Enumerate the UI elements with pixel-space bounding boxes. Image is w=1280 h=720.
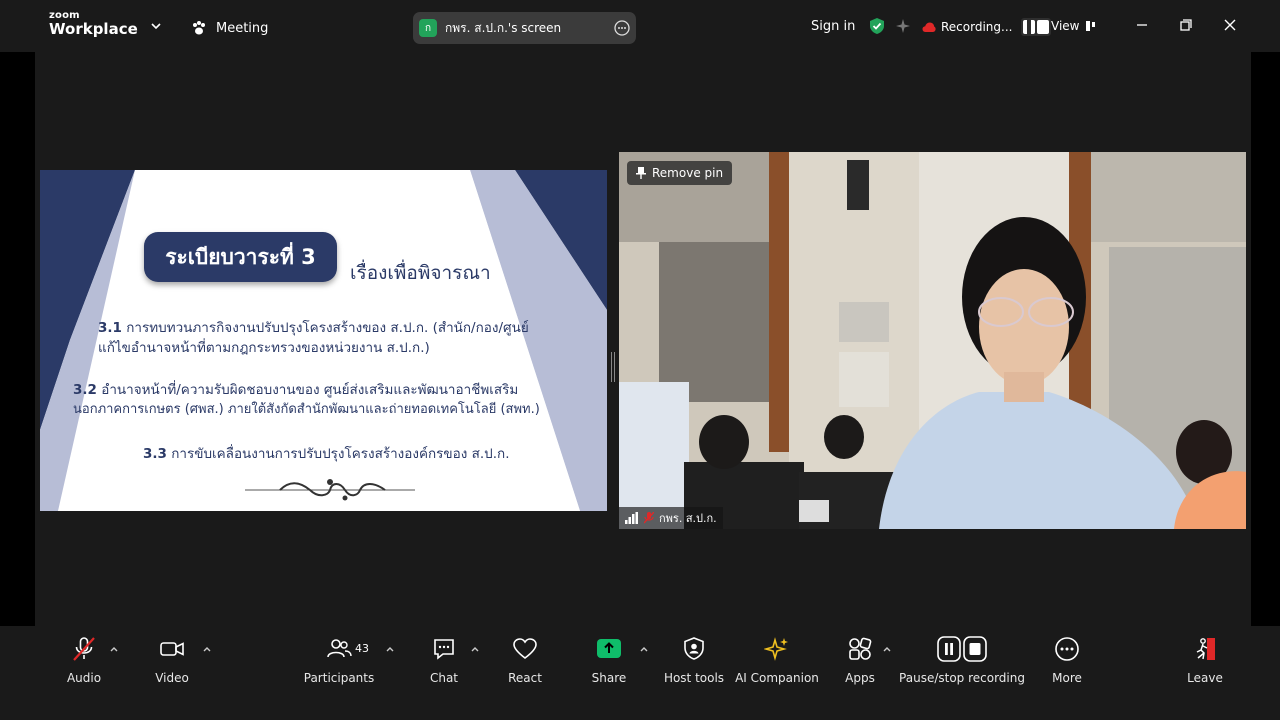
participants-icon bbox=[327, 639, 352, 658]
chat-button[interactable]: Chat bbox=[424, 636, 464, 685]
sign-in-link[interactable]: Sign in bbox=[811, 19, 855, 34]
pause-recording-icon[interactable] bbox=[1023, 20, 1036, 34]
heart-icon bbox=[513, 638, 537, 660]
recording-indicator[interactable]: Recording... bbox=[922, 18, 1052, 36]
pause-stop-recording-button[interactable]: Pause/stop recording bbox=[899, 636, 1025, 685]
chat-bubble-icon bbox=[434, 639, 454, 660]
minimize-icon[interactable] bbox=[1134, 17, 1150, 33]
pause-stop-icon bbox=[937, 636, 987, 662]
ai-companion-button[interactable]: AI Companion bbox=[735, 636, 819, 685]
zoom-logo: zoom Workplace bbox=[49, 11, 138, 37]
chat-label: Chat bbox=[429, 671, 459, 685]
slide-item-2-line2: นอกภาคการเกษตร (ศพส.) ภายใต้สังกัดสำนักพ… bbox=[73, 402, 540, 417]
audio-label: Audio bbox=[66, 671, 102, 685]
sparkle-icon[interactable] bbox=[894, 17, 912, 35]
ai-sparkle-icon bbox=[764, 637, 788, 661]
meeting-toolbar: Audio Video Participants 43 Chat React S… bbox=[0, 626, 1280, 720]
stop-recording-icon[interactable] bbox=[1037, 20, 1050, 34]
host-tools-button[interactable]: Host tools bbox=[664, 636, 724, 685]
slide-item-1-line2: แก้ไขอำนาจหน้าที่ตามกฎกระทรวงของหน่วยงาน… bbox=[98, 340, 430, 356]
leave-button[interactable]: Leave bbox=[1185, 636, 1225, 685]
video-frame bbox=[619, 152, 1246, 529]
participant-name: กพร. ส.ป.ก. bbox=[659, 512, 717, 525]
share-screen-icon bbox=[597, 639, 621, 658]
slide-item-2-line1: 3.2 อำนาจหน้าที่/ความรับผิดชอบงานของ ศูน… bbox=[73, 378, 518, 400]
pin-icon bbox=[636, 167, 646, 179]
leave-label: Leave bbox=[1187, 671, 1223, 685]
slide-subheading: เรื่องเพื่อพิจารณา bbox=[350, 262, 491, 284]
audio-button[interactable]: Audio bbox=[62, 636, 106, 685]
apps-button[interactable]: Apps bbox=[840, 636, 880, 685]
more-icon bbox=[1055, 637, 1079, 661]
share-options-chevron-icon[interactable] bbox=[639, 644, 649, 654]
signal-strength-icon bbox=[625, 512, 638, 524]
share-button[interactable]: Share bbox=[589, 636, 629, 685]
view-layout-icon bbox=[1086, 21, 1096, 31]
panel-resize-handle[interactable] bbox=[611, 352, 615, 382]
participant-video-tile[interactable]: Remove pin กพร. ส.ป.ก. bbox=[619, 152, 1246, 529]
react-label: React bbox=[508, 671, 542, 685]
view-button[interactable]: View bbox=[1051, 19, 1097, 33]
participant-count: 43 bbox=[355, 642, 369, 655]
video-label: Video bbox=[155, 671, 189, 685]
share-label-toolbar: Share bbox=[591, 671, 627, 685]
muted-mic-icon bbox=[644, 512, 654, 524]
view-label: View bbox=[1051, 19, 1080, 33]
chat-options-chevron-icon[interactable] bbox=[470, 644, 480, 654]
shared-screen: ระเบียบวาระที่ 3 เรื่องเพื่อพิจารณา 3.1 … bbox=[40, 170, 607, 511]
title-bar: zoom Workplace Meeting ก กพร. ส.ป.ก.'s s… bbox=[0, 0, 1280, 52]
participants-options-chevron-icon[interactable] bbox=[385, 644, 395, 654]
video-options-chevron-icon[interactable] bbox=[202, 644, 212, 654]
participants-label: Participants bbox=[303, 671, 375, 685]
share-label: กพร. ส.ป.ก.'s screen bbox=[445, 20, 562, 35]
shield-check-icon[interactable] bbox=[868, 17, 886, 35]
more-label: More bbox=[1052, 671, 1082, 685]
host-shield-icon bbox=[684, 637, 704, 660]
screen-share-pill[interactable]: ก กพร. ส.ป.ก.'s screen bbox=[413, 12, 636, 44]
logo-bottom-text: Workplace bbox=[49, 20, 138, 38]
restore-icon[interactable] bbox=[1178, 17, 1194, 33]
slide-item-3-line1: 3.3 การขับเคลื่อนงานการปรับปรุงโครงสร้าง… bbox=[143, 442, 510, 464]
microphone-muted-icon bbox=[73, 637, 95, 661]
remove-pin-button[interactable]: Remove pin bbox=[627, 161, 733, 185]
apps-label: Apps bbox=[845, 671, 875, 685]
chevron-down-icon[interactable] bbox=[150, 20, 162, 32]
more-button[interactable]: More bbox=[1047, 636, 1087, 685]
slide-item-3-number: 3.3 bbox=[143, 446, 167, 462]
slide-item-2-text: อำนาจหน้าที่/ความรับผิดชอบงานของ ศูนย์ส่… bbox=[101, 382, 519, 398]
video-camera-icon bbox=[160, 642, 184, 656]
video-button[interactable]: Video bbox=[150, 636, 194, 685]
apps-options-chevron-icon[interactable] bbox=[882, 644, 892, 654]
recording-label: Recording... bbox=[941, 20, 1013, 34]
slide-heading: ระเบียบวาระที่ 3 bbox=[144, 232, 337, 282]
sharer-avatar: ก bbox=[419, 19, 437, 37]
participant-namebar: กพร. ส.ป.ก. bbox=[619, 507, 723, 529]
slide-item-3-text: การขับเคลื่อนงานการปรับปรุงโครงสร้างองค์… bbox=[171, 446, 510, 462]
host-tools-label: Host tools bbox=[663, 671, 725, 685]
paw-icon bbox=[193, 21, 205, 35]
audio-options-chevron-icon[interactable] bbox=[109, 644, 119, 654]
close-icon[interactable] bbox=[1222, 17, 1238, 33]
react-button[interactable]: React bbox=[505, 636, 545, 685]
recording-controls bbox=[1021, 18, 1052, 36]
remove-pin-label: Remove pin bbox=[652, 166, 724, 180]
apps-grid-icon bbox=[849, 637, 872, 660]
meeting-label: Meeting bbox=[216, 20, 269, 36]
ai-companion-label: AI Companion bbox=[735, 671, 819, 685]
cloud-icon bbox=[922, 22, 936, 32]
slide-item-2-number: 3.2 bbox=[73, 382, 97, 398]
slide-item-1-text: การทบทวนภารกิจงานปรับปรุงโครงสร้างของ ส.… bbox=[126, 320, 529, 336]
slide-item-1-number: 3.1 bbox=[98, 320, 122, 336]
leave-door-icon bbox=[1196, 638, 1215, 660]
pause-stop-recording-label: Pause/stop recording bbox=[899, 671, 1025, 685]
meeting-info-button[interactable]: Meeting bbox=[190, 18, 268, 38]
slide-item-1-line1: 3.1 การทบทวนภารกิจงานปรับปรุงโครงสร้างขอ… bbox=[98, 316, 529, 338]
more-options-icon[interactable] bbox=[614, 20, 630, 36]
